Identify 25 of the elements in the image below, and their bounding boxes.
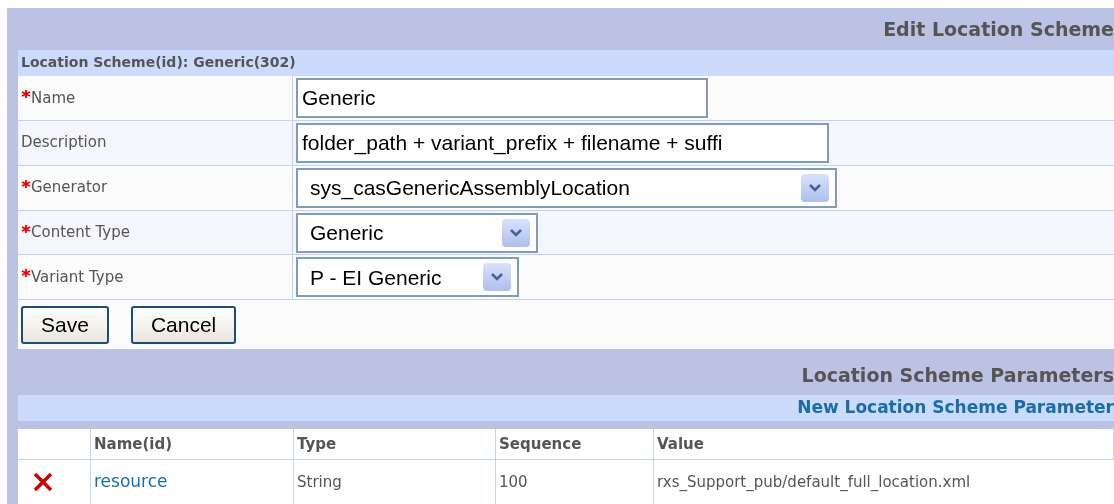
field-label: Generator	[31, 177, 108, 199]
column-header: Type	[297, 433, 337, 455]
save-button[interactable]: Save	[21, 305, 109, 344]
text-field[interactable]: folder_path + variant_prefix + filename + suffi	[296, 122, 829, 163]
field-label: Description	[21, 132, 107, 154]
delete-icon[interactable]	[32, 471, 54, 494]
page-title: Edit Location Scheme	[883, 16, 1114, 42]
field-label: Content Type	[31, 222, 130, 244]
new-parameter-link[interactable]: New Location Scheme Parameter	[797, 395, 1114, 421]
table-cell-text: 100	[499, 471, 528, 493]
parameter-link[interactable]: resource	[94, 469, 168, 495]
dropdown[interactable]: P - EI Generic	[296, 257, 519, 298]
column-header: Sequence	[499, 433, 582, 455]
table-cell-text: String	[297, 471, 342, 493]
column-header: Value	[657, 433, 704, 455]
dropdown[interactable]: Generic	[296, 212, 538, 253]
form-header: Location Scheme(id): Generic(302)	[18, 49, 1114, 76]
column-header: Name(id)	[94, 433, 173, 455]
field-label: Name	[31, 87, 76, 109]
table-cell-text: rxs_Support_pub/default_full_location.xml	[657, 471, 971, 493]
text-field[interactable]: Generic	[296, 77, 708, 118]
section-title: Location Scheme Parameters	[801, 363, 1114, 388]
dropdown[interactable]: sys_casGenericAssemblyLocation	[296, 167, 837, 208]
field-label: Variant Type	[31, 267, 124, 289]
cancel-button[interactable]: Cancel	[130, 305, 237, 344]
